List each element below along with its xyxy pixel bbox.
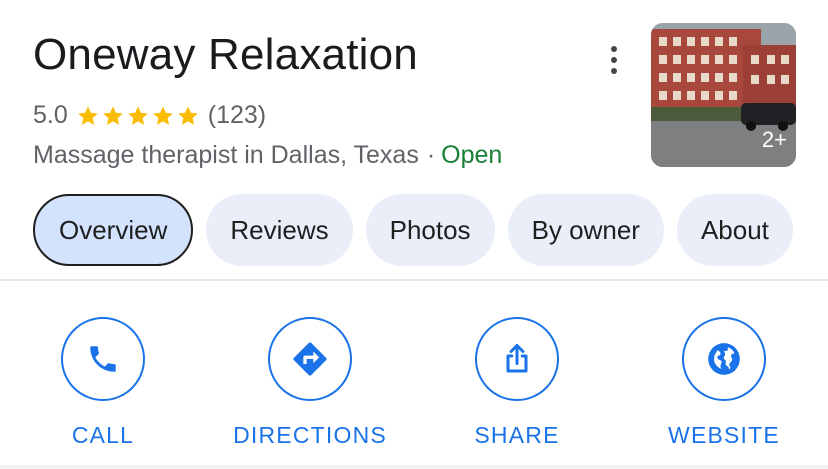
star-icon: [77, 106, 98, 125]
star-icon: [102, 106, 123, 125]
share-button[interactable]: SHARE: [427, 317, 607, 449]
share-icon: [506, 344, 528, 373]
website-label: WEBSITE: [668, 422, 780, 448]
website-button[interactable]: WEBSITE: [634, 317, 814, 449]
tab-by-owner[interactable]: By owner: [507, 194, 664, 266]
star-icon: [177, 106, 198, 125]
tab-reviews[interactable]: Reviews: [206, 194, 353, 266]
more-vert-icon: [611, 46, 617, 52]
photo-count-badge: 2+: [761, 127, 787, 152]
rating-row: 5.0 (123): [33, 101, 266, 130]
divider: [0, 279, 828, 281]
tab-bar: Overview Reviews Photos By owner About: [33, 194, 793, 266]
category-label: Massage therapist in Dallas, Texas: [33, 141, 419, 169]
place-title: Oneway Relaxation: [33, 30, 418, 79]
directions-button[interactable]: DIRECTIONS: [220, 317, 400, 449]
share-label: SHARE: [474, 422, 560, 448]
reviews-count[interactable]: (123): [208, 101, 266, 130]
tab-overview[interactable]: Overview: [33, 194, 194, 266]
star-icon: [152, 106, 173, 125]
phone-icon: [90, 346, 116, 372]
call-button[interactable]: CALL: [13, 317, 193, 449]
globe-icon: [708, 343, 740, 375]
rating-value: 5.0: [33, 101, 68, 129]
directions-icon: [293, 342, 327, 376]
category-row: Massage therapist in Dallas, Texas · Open: [33, 141, 502, 170]
tab-about[interactable]: About: [676, 194, 793, 266]
place-photo-thumbnail[interactable]: 2+: [651, 23, 796, 167]
bottom-divider: [0, 465, 828, 469]
open-status: Open: [441, 141, 503, 169]
star-rating: [76, 104, 200, 128]
separator: ·: [426, 141, 436, 169]
more-options-button[interactable]: [601, 42, 627, 78]
call-label: CALL: [71, 422, 135, 448]
star-icon: [127, 106, 148, 125]
tab-photos[interactable]: Photos: [365, 194, 495, 266]
directions-label: DIRECTIONS: [233, 422, 387, 448]
